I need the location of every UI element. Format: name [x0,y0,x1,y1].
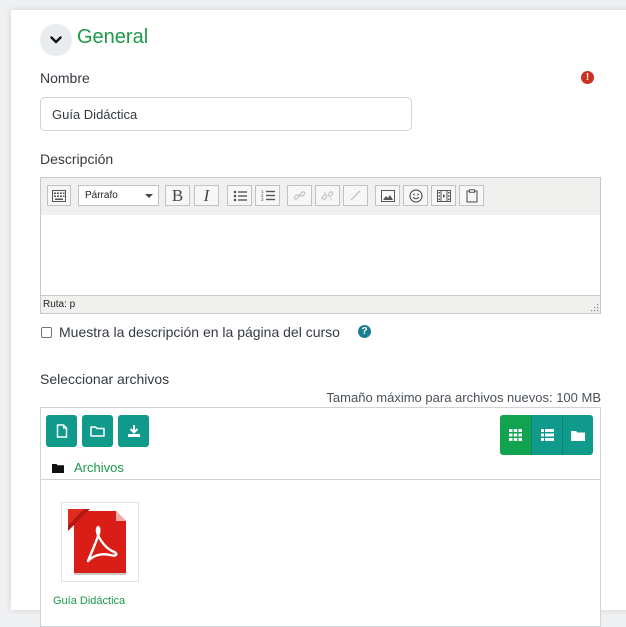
collapse-section-button[interactable] [40,24,72,56]
caret-down-icon [145,194,153,198]
view-mode-group [500,415,593,455]
descripcion-label: Descripción [40,151,114,167]
file-manager: Archivos Guía Didáctica [40,407,601,627]
breadcrumb-archivos[interactable]: Archivos [74,460,124,475]
editor-toolbar: Párrafo B I 1 2 3 [41,178,600,216]
toolbar-toggle-button[interactable] [47,185,71,206]
numbered-list-icon: 1 2 3 [261,189,275,202]
bullet-list-button[interactable] [227,185,252,206]
insert-image-button[interactable] [375,185,400,206]
show-description-label[interactable]: Muestra la descripción en la página del … [59,324,340,340]
nombre-input[interactable] [40,97,412,131]
unlink-button[interactable] [315,185,340,206]
description-editor: Párrafo B I 1 2 3 Ruta: p [40,177,601,314]
file-icon [56,424,67,438]
section-title[interactable]: General [77,24,148,50]
bold-button[interactable]: B [165,185,190,206]
clipboard-icon [465,188,478,203]
image-icon [380,189,395,202]
folder-icon [52,464,64,473]
view-tree-button[interactable] [562,415,593,455]
grid-icon [509,429,522,441]
exclamation-circle-icon: ! [581,71,594,84]
editor-content-area[interactable] [41,215,600,295]
file-thumbnail[interactable] [61,502,139,582]
link-button[interactable] [287,185,312,206]
files-label: Seleccionar archivos [40,371,170,387]
link-icon [293,191,306,200]
insert-media-button[interactable] [431,185,456,206]
download-all-button[interactable] [118,415,149,447]
max-file-size: Tamaño máximo para archivos nuevos: 100 … [326,390,601,405]
folder-icon [571,430,585,441]
svg-text:3: 3 [261,197,264,202]
editor-path: Ruta: p [43,299,76,310]
create-folder-button[interactable] [82,415,113,447]
italic-button[interactable]: I [194,185,219,206]
format-select-value: Párrafo [85,190,118,201]
insert-emoticon-button[interactable] [403,185,428,206]
download-icon [127,425,140,437]
resize-grip-icon[interactable] [589,302,599,312]
view-list-button[interactable] [531,415,562,455]
pdf-file-icon [68,509,126,575]
anchor-button[interactable] [343,185,368,206]
form-card: General Nombre ! Descripción Párrafo B [11,10,626,627]
film-icon [436,189,451,202]
chevron-down-icon [50,36,62,44]
file-name-label[interactable]: Guía Didáctica [53,595,125,607]
folder-icon [90,426,105,437]
paste-button[interactable] [459,185,484,206]
add-file-button[interactable] [46,415,77,447]
question-circle-icon[interactable]: ? [358,325,371,338]
unlink-icon [321,191,334,200]
format-select[interactable]: Párrafo [78,185,159,206]
bullet-list-icon [233,190,247,201]
chain-icon [350,190,361,201]
file-path-bar: Archivos [41,457,600,480]
nombre-label: Nombre [40,70,90,86]
view-icons-button[interactable] [500,415,531,455]
editor-statusbar: Ruta: p [41,295,600,313]
numbered-list-button[interactable]: 1 2 3 [255,185,280,206]
smiley-icon [408,188,423,203]
list-icon [540,429,554,441]
show-description-checkbox[interactable] [41,327,52,338]
keyboard-icon [52,189,66,202]
